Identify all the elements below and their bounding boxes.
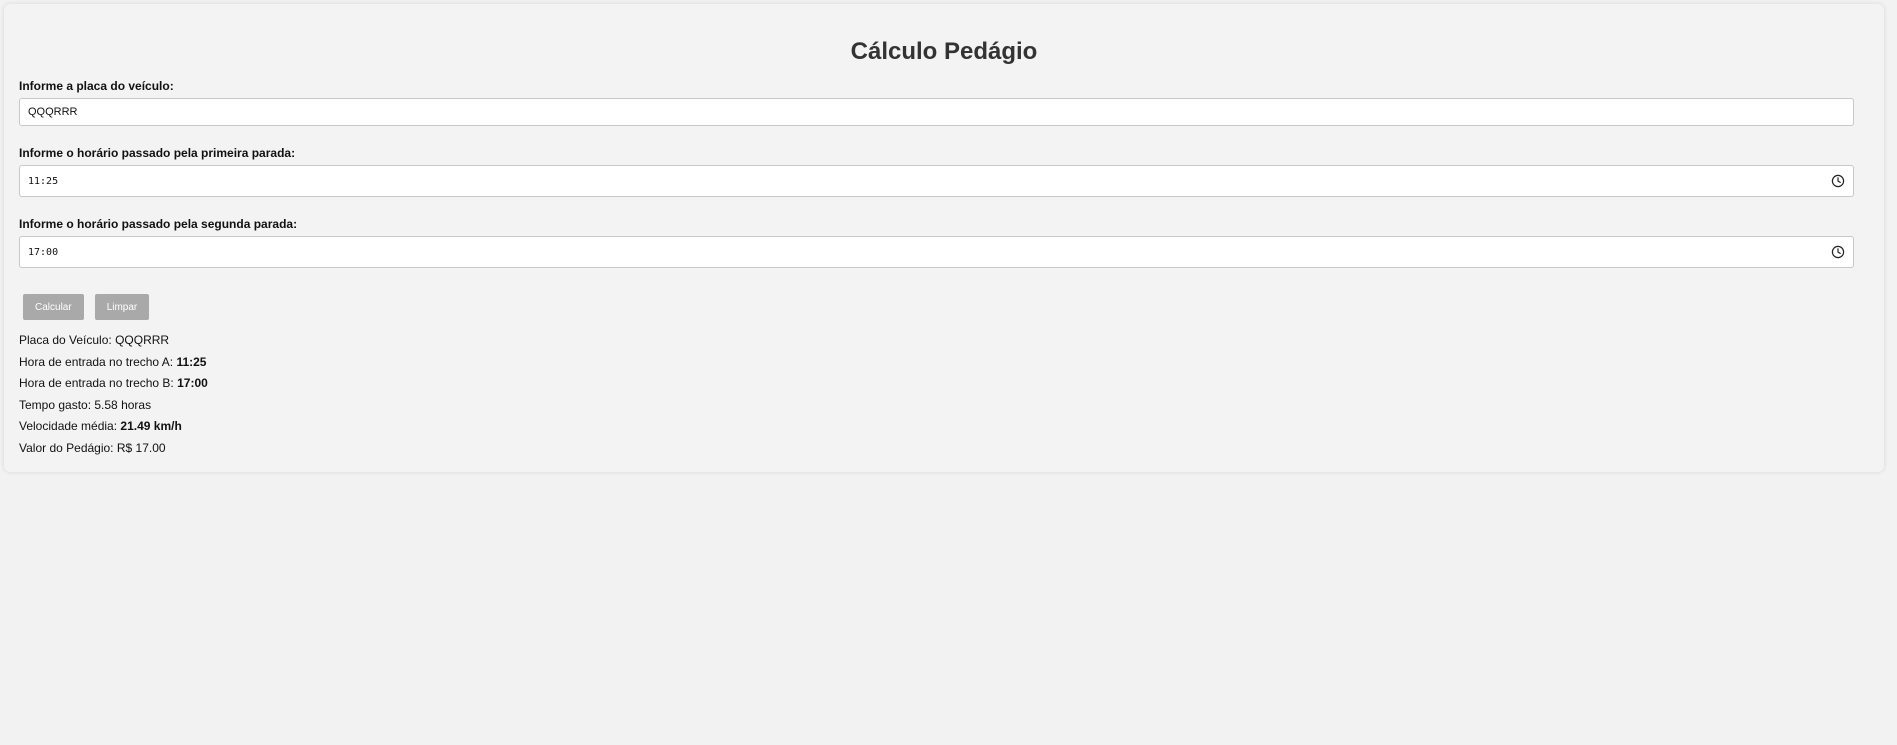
plate-input-value: QQQRRR <box>28 106 78 118</box>
first-stop-field-group: Informe o horário passado pela primeira … <box>19 145 1869 197</box>
result-entry-b-value: 17:00 <box>177 376 208 391</box>
result-toll-label: Valor do Pedágio: <box>19 440 117 455</box>
result-time-spent-value: 5.58 horas <box>94 397 152 412</box>
clock-icon[interactable] <box>1831 174 1845 188</box>
result-time-spent-label: Tempo gasto: <box>19 397 95 412</box>
result-entry-b: Hora de entrada no trecho B: 17:00 <box>19 373 1869 395</box>
second-stop-time-input[interactable]: 17:00 <box>19 236 1854 268</box>
second-stop-field-group: Informe o horário passado pela segunda p… <box>19 216 1869 268</box>
result-avg-speed: Velocidade média: 21.49 km/h <box>19 416 1869 438</box>
clock-icon[interactable] <box>1831 245 1845 259</box>
plate-label: Informe a placa do veículo: <box>19 79 174 93</box>
result-entry-a-value: 11:25 <box>176 354 207 369</box>
result-time-spent: Tempo gasto: 5.58 horas <box>19 395 1869 417</box>
result-entry-a-label: Hora de entrada no trecho A: <box>19 354 177 369</box>
result-entry-a: Hora de entrada no trecho A: 11:25 <box>19 352 1869 374</box>
first-stop-time-input[interactable]: 11:25 <box>19 165 1854 197</box>
result-toll: Valor do Pedágio: R$ 17.00 <box>19 438 1869 460</box>
second-stop-time-value: 17:00 <box>28 246 59 258</box>
first-stop-label: Informe o horário passado pela primeira … <box>19 146 296 160</box>
toll-calculator-card: Cálculo Pedágio Informe a placa do veícu… <box>4 4 1884 472</box>
page-title: Cálculo Pedágio <box>850 38 1038 65</box>
result-plate-label: Placa do Veículo: <box>19 333 116 347</box>
second-stop-label: Informe o horário passado pela segunda p… <box>19 217 298 231</box>
plate-field-group: Informe a placa do veículo: QQQRRR <box>19 78 1869 126</box>
clear-button[interactable]: Limpar <box>94 294 150 320</box>
calculate-button[interactable]: Calcular <box>23 294 84 320</box>
first-stop-time-value: 11:25 <box>28 175 59 187</box>
plate-input[interactable]: QQQRRR <box>19 98 1854 126</box>
result-plate-value: QQQRRR <box>115 333 170 347</box>
result-toll-value: R$ 17.00 <box>116 440 166 455</box>
result-plate: Placa do Veículo: QQQRRR <box>19 330 1869 352</box>
result-avg-speed-value: 21.49 km/h <box>120 419 182 434</box>
action-buttons: Calcular Limpar <box>19 294 1869 320</box>
results-panel: Placa do Veículo: QQQRRR Hora de entrada… <box>19 330 1869 460</box>
result-entry-b-label: Hora de entrada no trecho B: <box>19 376 178 391</box>
result-avg-speed-label: Velocidade média: <box>19 419 121 434</box>
